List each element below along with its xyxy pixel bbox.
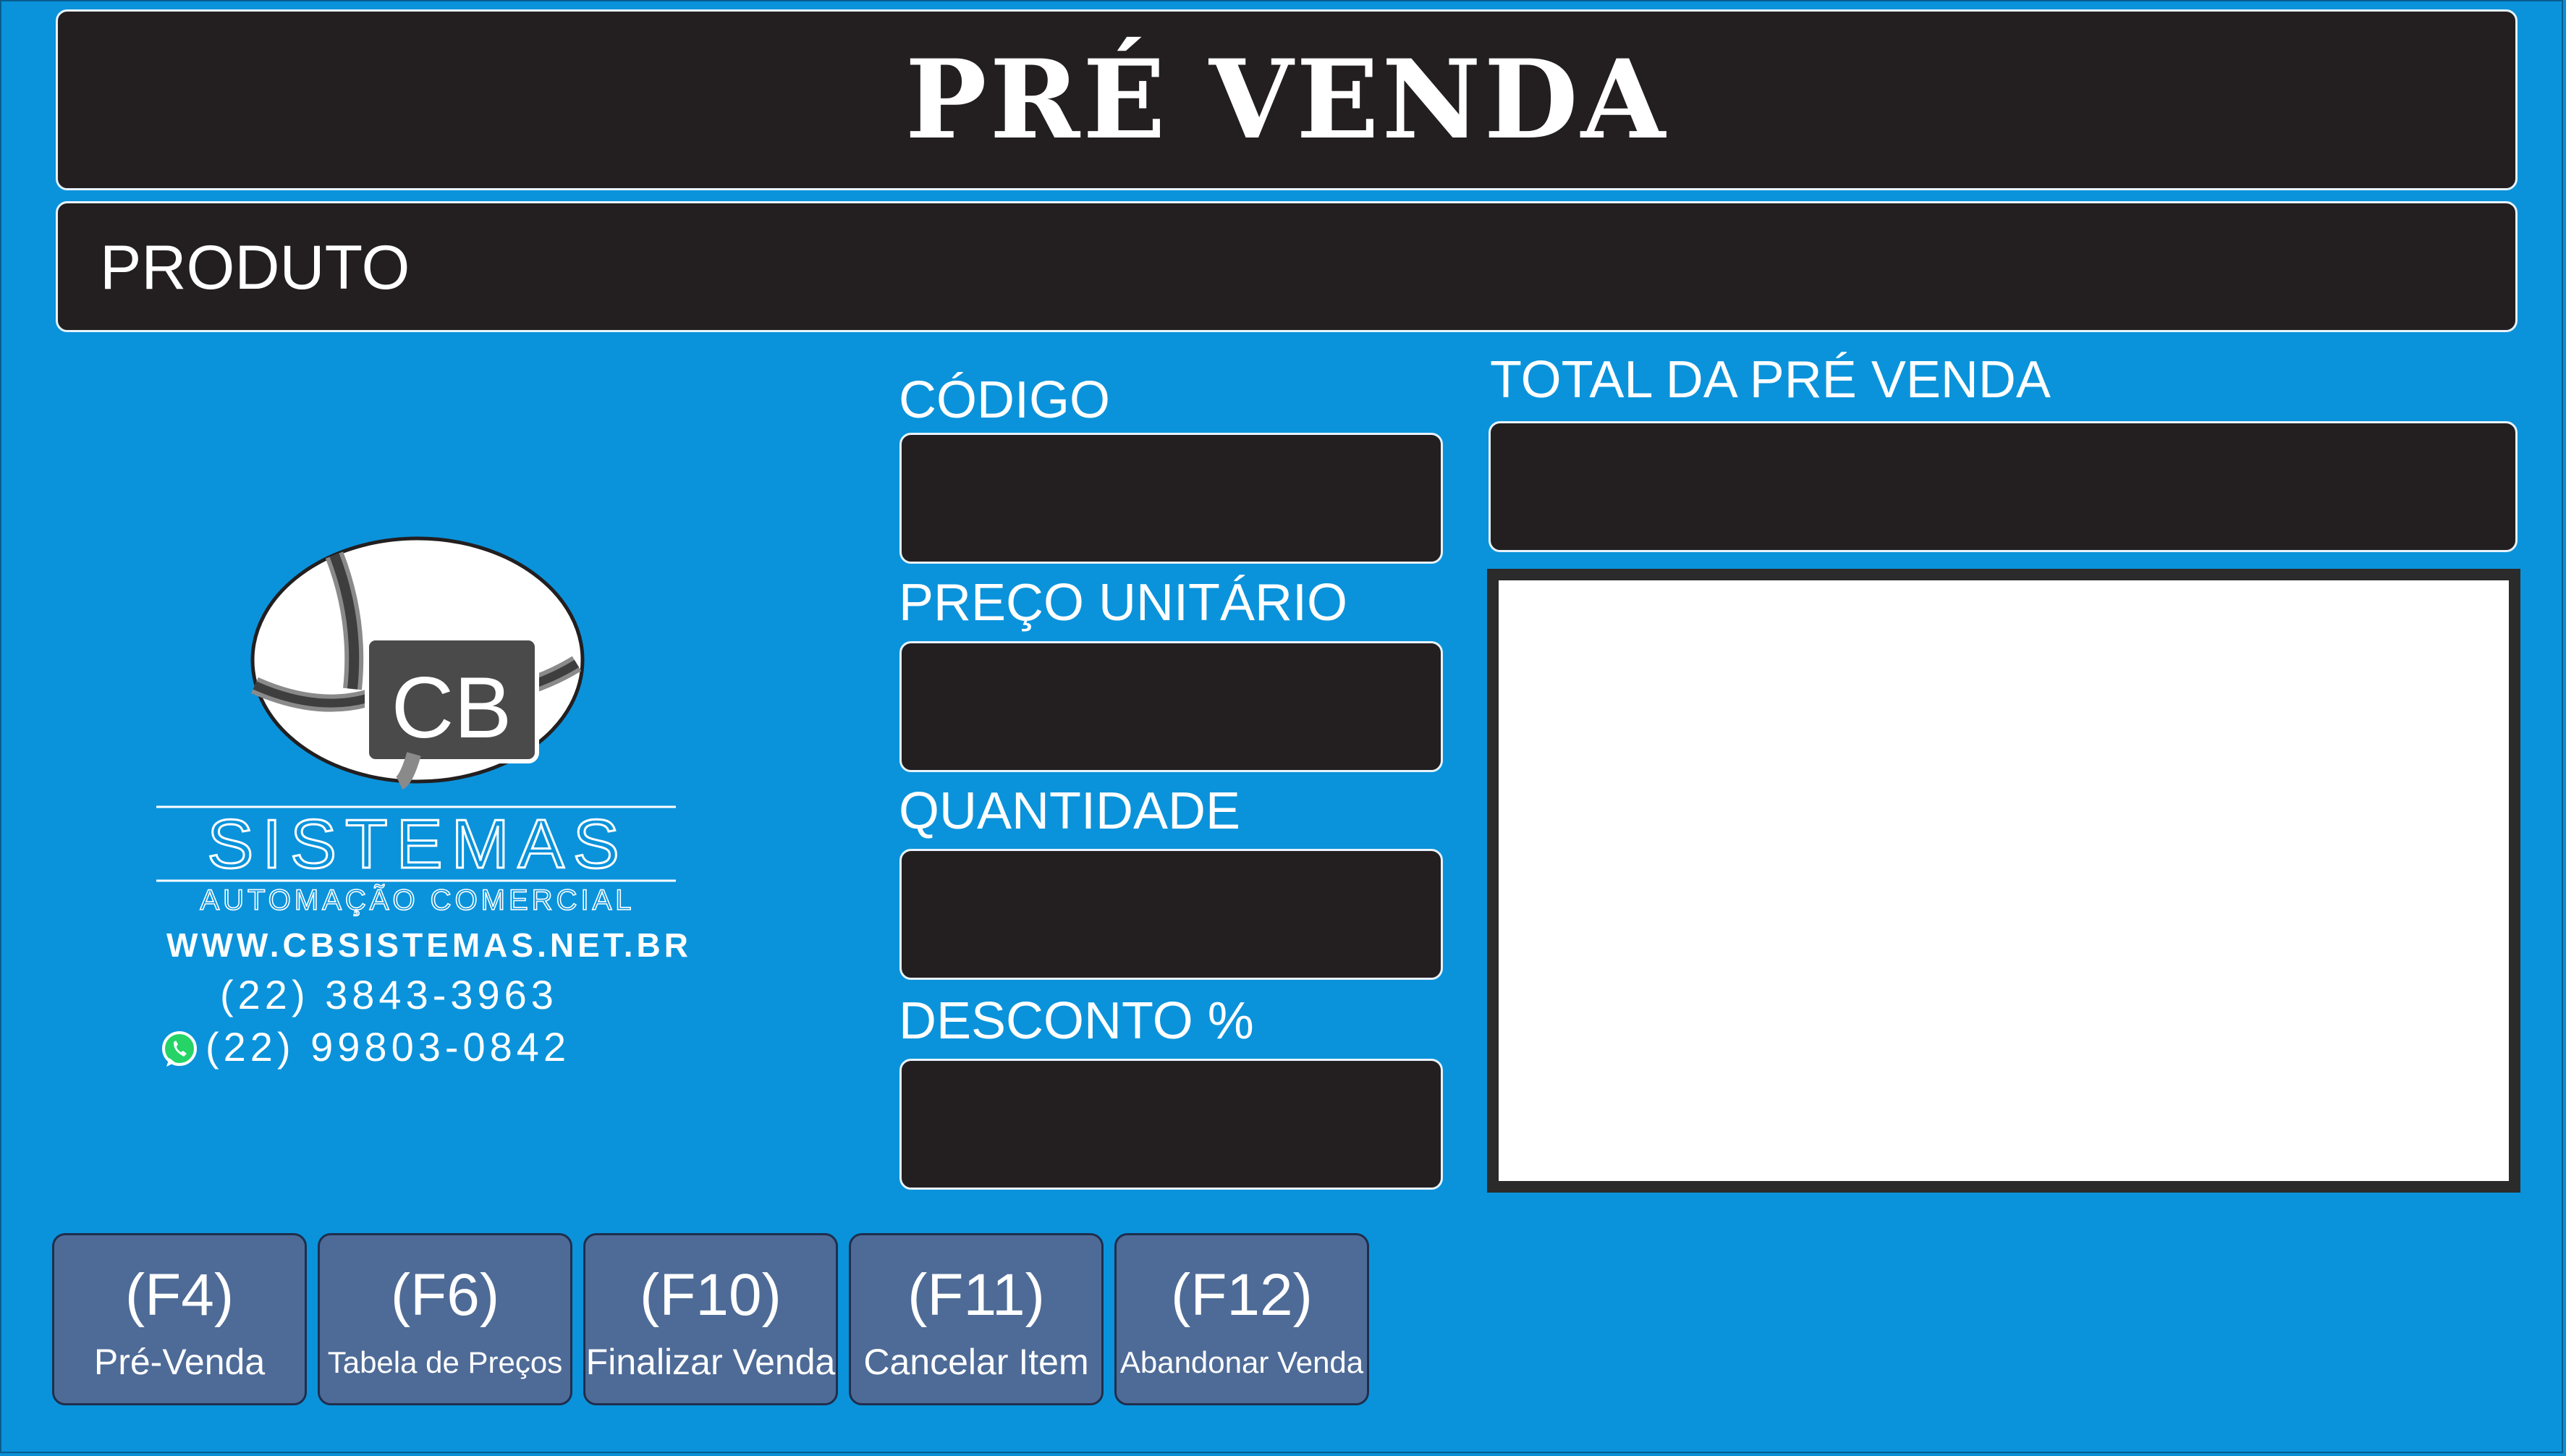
f4-description: Pré-Venda <box>93 1342 266 1382</box>
f12-key-label: (F12) <box>1171 1262 1313 1328</box>
f12-description: Abandonar Venda <box>1119 1345 1364 1379</box>
f11-cancelar-item-button[interactable]: (F11) Cancelar Item <box>849 1233 1104 1405</box>
desconto-field[interactable] <box>899 1059 1443 1190</box>
total-display <box>1489 421 2518 552</box>
logo-initials: CB <box>391 659 512 756</box>
f6-tabela-precos-button[interactable]: (F6) Tabela de Preços <box>318 1233 572 1405</box>
pre-venda-screen: PRÉ VENDA PRODUTO CB SISTEMAS AUTOMAÇÃO … <box>0 0 2563 1453</box>
f4-pre-venda-button[interactable]: (F4) Pré-Venda <box>52 1233 307 1405</box>
desconto-label: DESCONTO % <box>899 992 1254 1050</box>
produto-display: PRODUTO <box>56 201 2518 332</box>
f10-key-label: (F10) <box>640 1262 782 1328</box>
total-label: TOTAL DA PRÉ VENDA <box>1490 351 2051 409</box>
items-list-area[interactable] <box>1487 569 2520 1193</box>
quantidade-field[interactable] <box>899 849 1443 980</box>
codigo-field[interactable] <box>899 433 1443 564</box>
f6-description: Tabela de Preços <box>327 1345 563 1379</box>
preco-unitario-field[interactable] <box>899 641 1443 772</box>
company-name: SISTEMAS <box>207 805 627 883</box>
whatsapp-icon <box>162 1031 197 1067</box>
f4-key-label: (F4) <box>124 1262 234 1328</box>
f10-finalizar-venda-button[interactable]: (F10) Finalizar Venda <box>583 1233 838 1405</box>
company-phone: (22) 3843-3963 <box>220 972 558 1017</box>
preco-unitario-label: PREÇO UNITÁRIO <box>899 574 1348 632</box>
f12-abandonar-venda-button[interactable]: (F12) Abandonar Venda <box>1114 1233 1369 1405</box>
company-whatsapp: (22) 99803-0842 <box>206 1024 571 1070</box>
company-website: WWW.CBSISTEMAS.NET.BR <box>166 926 692 964</box>
page-title: PRÉ VENDA <box>905 36 1669 164</box>
f11-key-label: (F11) <box>907 1262 1045 1328</box>
company-tagline: AUTOMAÇÃO COMERCIAL <box>200 884 635 916</box>
title-bar: PRÉ VENDA <box>56 9 2518 190</box>
f6-key-label: (F6) <box>390 1262 500 1328</box>
produto-label: PRODUTO <box>100 233 410 302</box>
f10-description: Finalizar Venda <box>585 1342 836 1382</box>
f11-description: Cancelar Item <box>863 1342 1089 1382</box>
quantidade-label: QUANTIDADE <box>899 782 1241 840</box>
codigo-label: CÓDIGO <box>899 371 1111 429</box>
